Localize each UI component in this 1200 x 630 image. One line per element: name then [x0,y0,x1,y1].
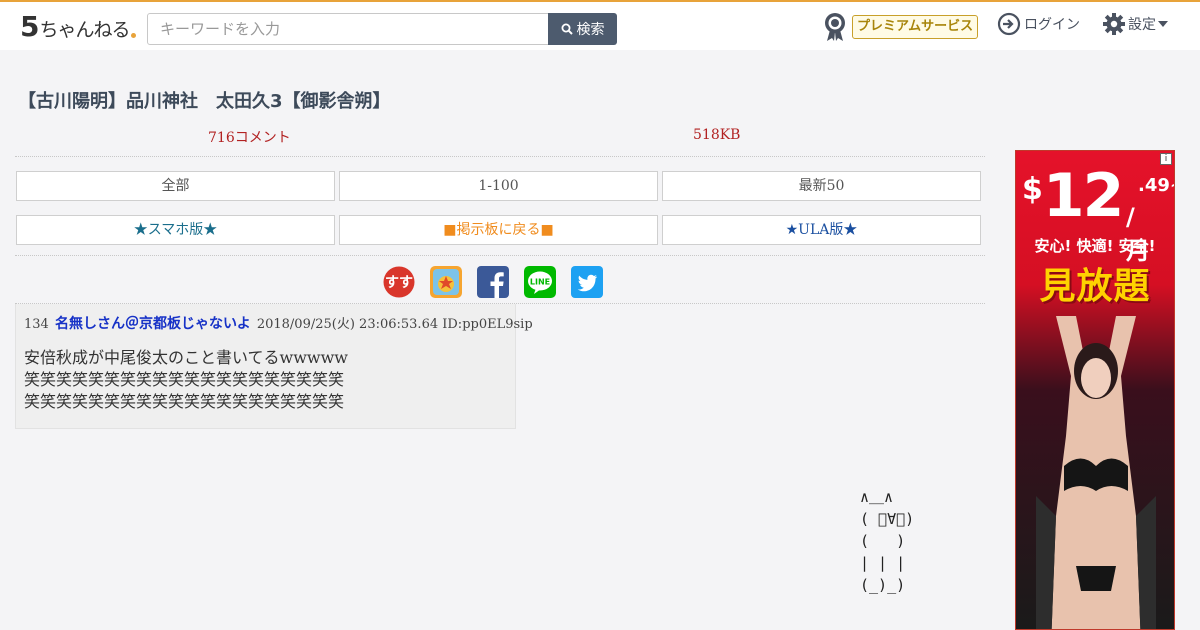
login-icon [997,12,1021,36]
premium-service-link[interactable]: プレミアムサービス [822,12,979,42]
ad-price-big: 12 [1042,161,1124,231]
post-body-line: 笑笑笑笑笑笑笑笑笑笑笑笑笑笑笑笑笑笑笑笑 [24,370,345,389]
nav-1-100-button[interactable]: 1-100 [339,171,658,201]
top-bar: 5 ちゃんねる 検索 プレミアムサービス ログイン [0,0,1200,50]
post-id[interactable]: ID:pp0EL9sip [442,317,532,332]
smartphone-version-button[interactable]: ★スマホ版★ [16,215,335,245]
ad-model-photo [1036,316,1156,629]
premium-badge-icon [825,13,845,41]
ascii-art-cat: ∧＿∧ ( ﾟ∀ﾟ) ( ) | | | (_)_) [860,488,915,594]
ad-tagline: 安心! 快適! 安全! [1034,237,1156,255]
nav-latest50-button[interactable]: 最新50 [662,171,981,201]
settings-label: 設定 [1128,17,1156,33]
thread-title: 【古川陽明】品川神社 太田久3【御影舎朔】 [18,91,391,112]
svg-text:LINE: LINE [530,278,550,287]
post-body-line: 安倍秋成が中尾俊太のこと書いてるwwwww [24,348,348,367]
logo-five: 5 [20,10,40,43]
ad-currency: $ [1022,172,1043,207]
post-datetime: 2018/09/25(火) 23:06:53.64 [256,317,439,332]
comment-count: 716コメント [208,130,291,146]
gear-icon [1103,13,1125,35]
login-label: ログイン [1024,17,1080,33]
post-body-line: 笑笑笑笑笑笑笑笑笑笑笑笑笑笑笑笑笑笑笑笑 [24,392,345,411]
logo-dot [130,33,136,38]
back-to-board-button[interactable]: ■掲示板に戻る■ [339,215,658,245]
twitter-icon[interactable] [571,266,603,298]
post-134: 134 名無しさん＠京都板じゃないよ 2018/09/25(火) 23:06:5… [15,304,533,429]
advertisement-banner[interactable]: i $12 .49~ /月 安心! 快適! 安全! 見放題 [1015,150,1175,630]
bookmark-app-icon[interactable] [430,266,462,298]
ad-price-small: .49~ [1138,175,1174,196]
post-header: 134 名無しさん＠京都板じゃないよ 2018/09/25(火) 23:06:5… [24,313,533,333]
svg-text:すす: すす [385,275,413,291]
caret-down-icon [1158,21,1168,27]
ad-info-icon[interactable]: i [1160,153,1172,165]
facebook-icon[interactable] [477,266,509,298]
thread-size: 518KB [693,127,741,143]
divider [15,156,985,157]
login-link[interactable]: ログイン [997,12,1080,36]
ad-price: $12 .49~ /月 [1022,165,1174,265]
settings-menu[interactable]: 設定 [1102,12,1168,36]
post-body: 安倍秋成が中尾俊太のこと書いてるwwwww 笑笑笑笑笑笑笑笑笑笑笑笑笑笑笑笑笑笑… [24,347,507,413]
ula-version-button[interactable]: ★ULA版★ [662,215,981,245]
site-logo[interactable]: 5 ちゃんねる [20,10,136,42]
divider [15,255,985,256]
search-icon [561,23,573,35]
search-button[interactable]: 検索 [548,13,617,45]
ad-headline: 見放題 [1039,266,1151,307]
line-icon[interactable]: LINE [524,266,556,298]
search-button-label: 検索 [576,22,605,38]
sumaho-matome-icon[interactable]: すす [383,266,415,298]
nav-all-button[interactable]: 全部 [16,171,335,201]
post-number[interactable]: 134 [24,317,49,332]
search-input[interactable] [147,13,549,45]
premium-service-label: プレミアムサービス [852,15,979,39]
logo-text: ちゃんねる [39,19,130,41]
poster-name[interactable]: 名無しさん＠京都板じゃないよ [55,316,251,332]
